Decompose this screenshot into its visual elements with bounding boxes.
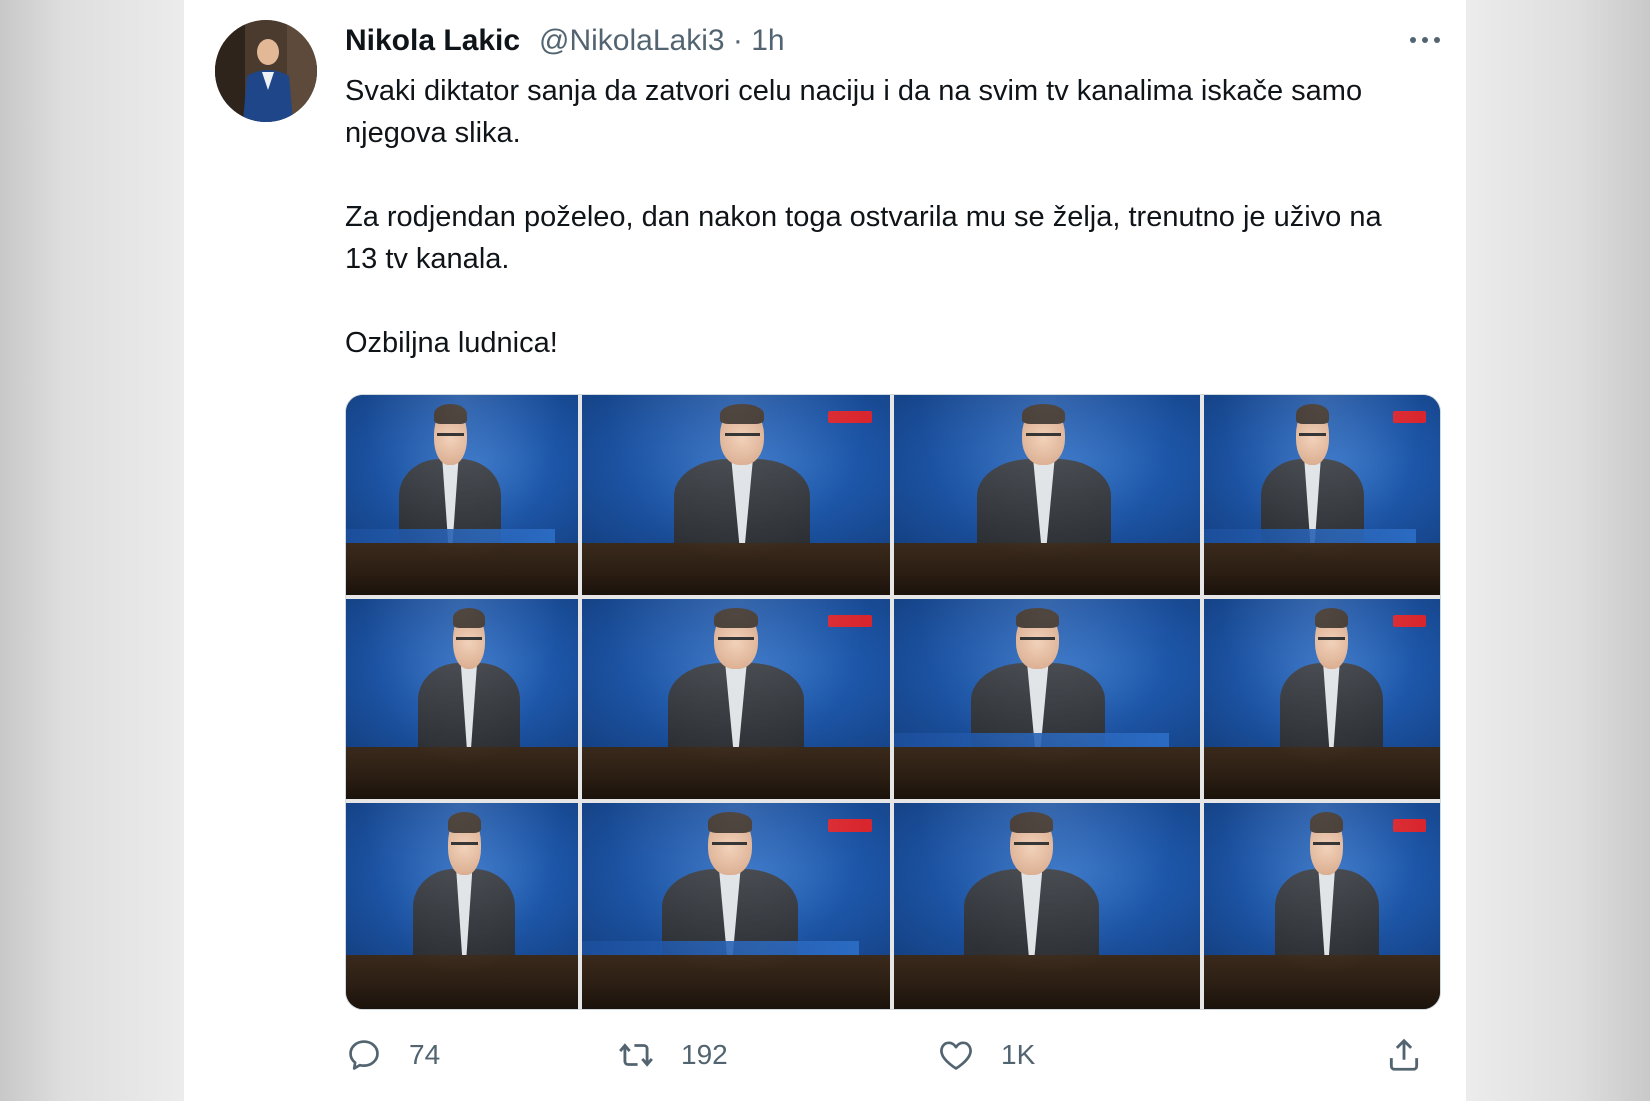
tweet-paragraph-2: Za rodjendan poželeo, dan nakon toga ost…: [345, 201, 1382, 275]
media-tile[interactable]: [1204, 599, 1440, 799]
reply-icon: [349, 1040, 379, 1070]
separator-dot: ·: [732, 24, 743, 57]
retweet-button[interactable]: 192: [617, 1030, 728, 1080]
tweet-text: Svaki diktator sanja da zatvori celu nac…: [345, 70, 1405, 364]
tweet-paragraph-1: Svaki diktator sanja da zatvori celu nac…: [345, 75, 1363, 149]
reply-count: 74: [409, 1039, 441, 1070]
media-tile[interactable]: [894, 395, 1200, 595]
media-tile[interactable]: [1204, 395, 1440, 595]
tweet-time[interactable]: 1h: [751, 24, 784, 57]
tweet-actions: 74 192 1K: [345, 1030, 1439, 1080]
media-tile[interactable]: [1204, 803, 1440, 1009]
media-tile[interactable]: [582, 803, 890, 1009]
tweet-paragraph-3: Ozbiljna ludnica!: [345, 327, 558, 359]
more-options-button[interactable]: [1405, 18, 1445, 58]
heart-icon: [940, 1041, 972, 1070]
media-collage[interactable]: [345, 394, 1441, 1010]
tweet-card[interactable]: Nikola Lakic @NikolaLaki3 · 1h Svaki dik…: [184, 0, 1466, 1101]
media-tile[interactable]: [582, 599, 890, 799]
media-tile[interactable]: [346, 599, 578, 799]
media-tile[interactable]: [582, 395, 890, 595]
author-handle-and-time[interactable]: @NikolaLaki3 · 1h: [539, 24, 785, 58]
media-tile[interactable]: [894, 803, 1200, 1009]
retweet-count: 192: [681, 1039, 728, 1070]
reply-button[interactable]: 74: [345, 1030, 440, 1080]
share-icon: [1389, 1038, 1419, 1071]
background-left: [0, 0, 184, 1101]
media-tile[interactable]: [346, 803, 578, 1009]
avatar[interactable]: [215, 20, 317, 122]
author-handle[interactable]: @NikolaLaki3: [539, 24, 725, 57]
retweet-icon: [619, 1043, 653, 1067]
share-button[interactable]: [1385, 1030, 1423, 1080]
like-count: 1K: [1001, 1039, 1036, 1070]
avatar-photo-icon: [215, 20, 317, 122]
media-tile[interactable]: [894, 599, 1200, 799]
like-button[interactable]: 1K: [937, 1030, 1035, 1080]
author-name[interactable]: Nikola Lakic: [345, 24, 520, 58]
background-right: [1466, 0, 1650, 1101]
media-tile[interactable]: [346, 395, 578, 595]
